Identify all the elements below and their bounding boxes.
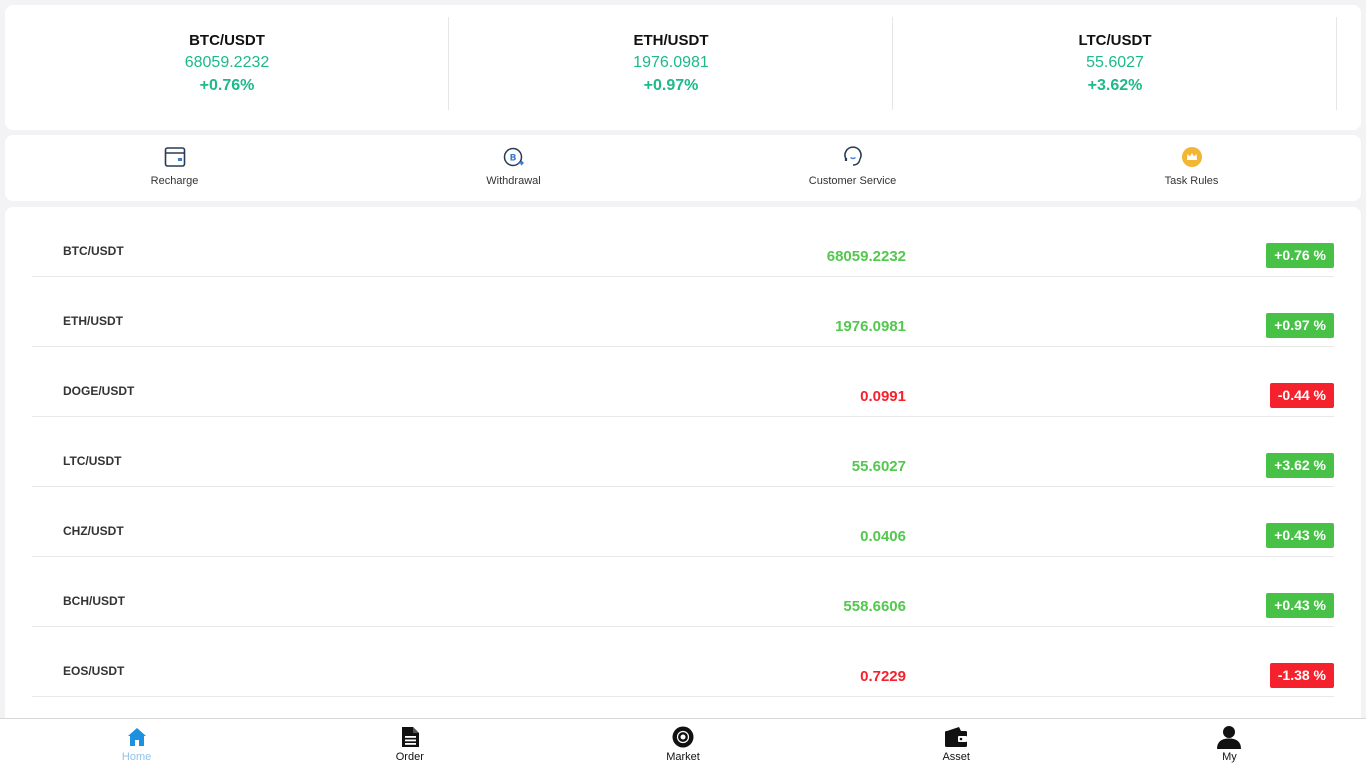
- shortcut-bar: Recharge B Withdrawal Customer Service T…: [5, 135, 1361, 201]
- ticker-summary: BTC/USDT 68059.2232 +0.76% ETH/USDT 1976…: [5, 5, 1361, 130]
- ticker-ltc[interactable]: LTC/USDT 55.6027 +3.62%: [893, 5, 1337, 130]
- market-price: 55.6027: [851, 458, 906, 475]
- nav-order[interactable]: Order: [273, 719, 546, 768]
- headset-icon: [841, 145, 865, 169]
- nav-asset[interactable]: Asset: [820, 719, 1093, 768]
- change-badge: +0.76 %: [1266, 243, 1334, 268]
- market-pair: CHZ/USDT: [63, 524, 124, 538]
- ticker-change: +3.62%: [1087, 77, 1143, 94]
- task-rules-button[interactable]: Task Rules: [1022, 135, 1361, 201]
- nav-home[interactable]: Home: [0, 719, 273, 768]
- market-price: 0.0991: [860, 388, 906, 405]
- nav-label: Home: [121, 751, 152, 763]
- ticker-pair: BTC/USDT: [189, 32, 265, 49]
- change-badge: +0.43 %: [1266, 523, 1334, 548]
- recharge-label: Recharge: [150, 175, 199, 187]
- market-row-ltc[interactable]: LTC/USDT 55.6027 +3.62 %: [32, 417, 1334, 487]
- market-row-chz[interactable]: CHZ/USDT 0.0406 +0.43 %: [32, 487, 1334, 557]
- ticker-price: 1976.0981: [633, 54, 709, 71]
- nav-my[interactable]: My: [1093, 719, 1366, 768]
- ticker-pair: ETH/USDT: [633, 32, 709, 49]
- user-icon: [1217, 725, 1242, 749]
- change-badge: +3.62 %: [1266, 453, 1334, 478]
- nav-label: Asset: [942, 751, 970, 763]
- market-row-eos[interactable]: EOS/USDT 0.7229 -1.38 %: [32, 627, 1334, 697]
- market-list: BTC/USDT 68059.2232 +0.76 % ETH/USDT 197…: [5, 207, 1361, 768]
- change-badge: +0.97 %: [1266, 313, 1334, 338]
- market-pair: BCH/USDT: [63, 594, 125, 608]
- change-badge: -0.44 %: [1269, 383, 1334, 408]
- market-pair: BTC/USDT: [63, 244, 124, 258]
- nav-label: My: [1222, 751, 1237, 763]
- svg-text:B: B: [509, 154, 516, 164]
- nav-label: Market: [666, 751, 700, 763]
- task-rules-label: Task Rules: [1164, 175, 1219, 187]
- market-pair: EOS/USDT: [63, 664, 125, 678]
- market-row-doge[interactable]: DOGE/USDT 0.0991 -0.44 %: [32, 347, 1334, 417]
- market-price: 0.0406: [860, 528, 906, 545]
- nav-label: Order: [395, 751, 424, 763]
- bottom-nav: Home Order Market Asset My: [0, 718, 1366, 768]
- ticker-pair: LTC/USDT: [1078, 32, 1152, 49]
- customer-service-button[interactable]: Customer Service: [683, 135, 1022, 201]
- wallet-card-icon: [163, 145, 187, 169]
- market-pair: ETH/USDT: [63, 314, 123, 328]
- market-row-eth[interactable]: ETH/USDT 1976.0981 +0.97 %: [32, 277, 1334, 347]
- market-pair: DOGE/USDT: [63, 384, 135, 398]
- market-price: 0.7229: [860, 668, 906, 685]
- withdrawal-label: Withdrawal: [486, 175, 541, 187]
- market-price: 558.6606: [843, 598, 906, 615]
- wallet-icon: [944, 725, 968, 749]
- change-badge: +0.43 %: [1266, 593, 1334, 618]
- nav-market[interactable]: Market: [546, 719, 819, 768]
- ticker-change: +0.76%: [199, 77, 255, 94]
- market-price: 68059.2232: [826, 248, 906, 265]
- crown-icon: [1180, 145, 1204, 169]
- change-badge: -1.38 %: [1269, 663, 1334, 688]
- ticker-price: 68059.2232: [184, 54, 270, 71]
- market-price: 1976.0981: [835, 318, 906, 335]
- bitcoin-withdraw-icon: B: [502, 145, 526, 169]
- customer-service-label: Customer Service: [808, 175, 897, 187]
- market-pair: LTC/USDT: [63, 454, 122, 468]
- ticker-eth[interactable]: ETH/USDT 1976.0981 +0.97%: [449, 5, 893, 130]
- market-row-btc[interactable]: BTC/USDT 68059.2232 +0.76 %: [32, 207, 1334, 277]
- ticker-change: +0.97%: [643, 77, 699, 94]
- market-row-bch[interactable]: BCH/USDT 558.6606 +0.43 %: [32, 557, 1334, 627]
- market-icon: [671, 725, 695, 749]
- ticker-price: 55.6027: [1086, 54, 1144, 71]
- home-icon: [125, 725, 149, 749]
- withdrawal-button[interactable]: B Withdrawal: [344, 135, 683, 201]
- document-icon: [398, 725, 422, 749]
- recharge-button[interactable]: Recharge: [5, 135, 344, 201]
- ticker-btc[interactable]: BTC/USDT 68059.2232 +0.76%: [5, 5, 449, 130]
